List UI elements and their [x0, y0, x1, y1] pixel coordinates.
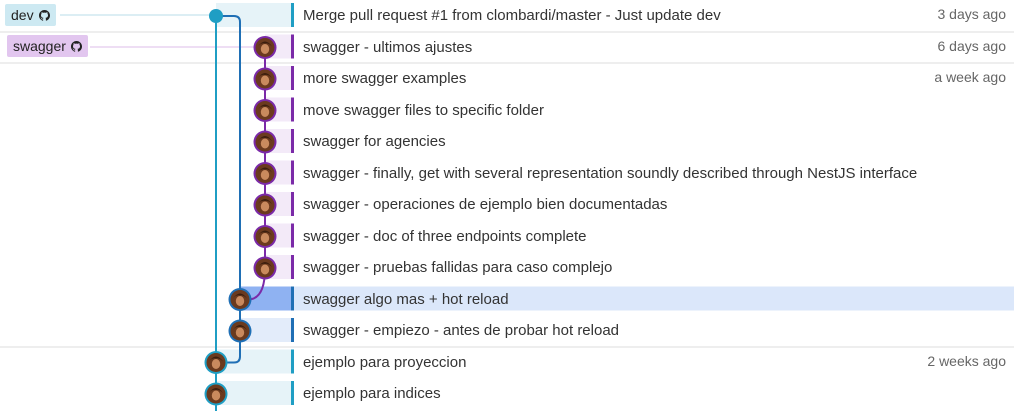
commit-date: 6 days ago [937, 37, 1007, 54]
row-lane-marker [291, 34, 294, 59]
branch-tag-swagger[interactable]: swagger [7, 35, 88, 57]
row-lane-marker [291, 66, 294, 90]
branch-tag-dev[interactable]: dev [5, 4, 56, 26]
avatar-face [260, 107, 270, 117]
avatar-face [235, 296, 245, 306]
commit-message[interactable]: Merge pull request #1 from clombardi/mas… [303, 0, 721, 31]
commit-message[interactable]: swagger - doc of three endpoints complet… [303, 221, 587, 252]
row-lane-fill [216, 381, 293, 405]
row-lane-marker [291, 97, 294, 122]
avatar-face [260, 138, 270, 149]
commit-date: a week ago [934, 69, 1006, 85]
commit-dot [209, 9, 223, 23]
commit-message[interactable]: swagger - operaciones de ejemplo bien do… [303, 189, 667, 220]
row-lane-marker [291, 192, 294, 216]
row-lane-marker [291, 255, 294, 279]
row-lane-marker [291, 318, 294, 342]
commit-date: 3 days ago [937, 6, 1007, 22]
branch-label: swagger [13, 38, 66, 54]
row-lane-marker [291, 129, 294, 153]
commit-message[interactable]: more swagger examples [303, 63, 466, 94]
avatar-face [211, 359, 221, 369]
branch-label: dev [11, 7, 34, 23]
commit-message[interactable]: swagger for agencies [303, 126, 446, 157]
github-icon [70, 40, 82, 52]
commit-message[interactable]: swagger - ultimos ajustes [303, 32, 472, 63]
avatar-face [211, 390, 221, 401]
commit-message[interactable]: swagger algo mas + hot reload [303, 284, 509, 315]
commit-message[interactable]: move swagger files to specific folder [303, 95, 544, 126]
commit-message[interactable]: swagger - empiezo - antes de probar hot … [303, 315, 619, 346]
row-lane-marker [291, 381, 294, 405]
github-icon [38, 9, 50, 21]
row-lane-marker [291, 223, 294, 248]
avatar-face [260, 233, 270, 243]
avatar-face [260, 170, 270, 180]
avatar-face [235, 327, 245, 338]
avatar-face [260, 44, 270, 54]
avatar-face [260, 264, 270, 275]
row-lane-marker [291, 349, 294, 374]
commit-message[interactable]: ejemplo para proyeccion [303, 347, 466, 378]
row-lane-marker [291, 160, 294, 185]
merge-line [216, 15, 241, 300]
row-lane-marker [291, 3, 294, 27]
commit-date: 2 weeks ago [927, 352, 1006, 369]
commit-message[interactable]: swagger - finally, get with several repr… [303, 158, 917, 189]
row-lane-marker [291, 286, 294, 311]
avatar-face [260, 201, 270, 212]
avatar-face [260, 75, 270, 86]
commit-message[interactable]: ejemplo para indices [303, 378, 441, 409]
commit-message[interactable]: swagger - pruebas fallidas para caso com… [303, 252, 612, 283]
